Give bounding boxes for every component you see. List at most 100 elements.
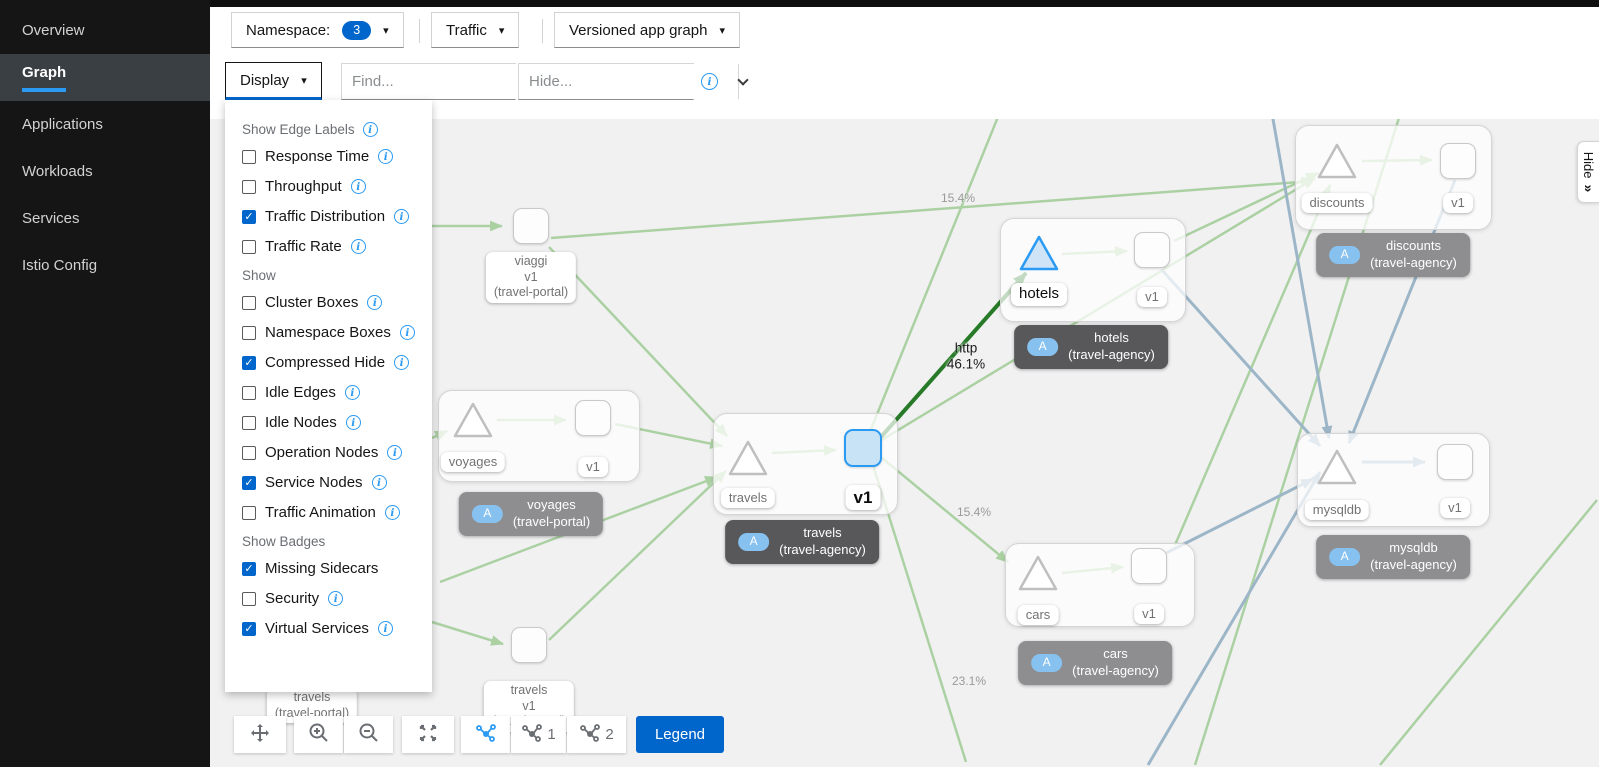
display-option-service-nodes[interactable]: ✓Service Nodesi — [242, 474, 432, 491]
display-option-throughput[interactable]: Throughputi — [242, 178, 432, 195]
info-icon[interactable]: i — [328, 591, 343, 606]
menu-section-header-show-edge-labels: Show Edge Labelsi — [242, 122, 432, 137]
hide-options-toggle[interactable] — [738, 64, 747, 99]
cars-group-label[interactable]: Acars(travel-agency) — [1018, 641, 1172, 685]
display-option-security[interactable]: Securityi — [242, 590, 432, 607]
footer-button-pan[interactable] — [234, 716, 286, 753]
info-icon[interactable]: i — [378, 149, 393, 164]
checkbox-idle-edges[interactable] — [242, 386, 256, 400]
info-icon[interactable]: i — [346, 415, 361, 430]
find-hide-help-icon[interactable]: i — [701, 73, 718, 90]
checkbox-idle-nodes[interactable] — [242, 416, 256, 430]
checkbox-traffic-rate[interactable] — [242, 240, 256, 254]
checkbox-cluster-boxes[interactable] — [242, 296, 256, 310]
namespace-dropdown[interactable]: Namespace: 3 ▾ — [231, 12, 404, 48]
graph-edge[interactable] — [869, 112, 1000, 434]
triangle-icon — [1315, 447, 1359, 487]
footer-button-fit[interactable] — [402, 716, 454, 753]
display-dropdown-button[interactable]: Display ▾ — [225, 62, 322, 100]
info-icon[interactable]: i — [400, 325, 415, 340]
display-option-cluster-boxes[interactable]: Cluster Boxes i — [242, 294, 432, 311]
checkbox-traffic-distribution[interactable]: ✓ — [242, 210, 256, 224]
sidebar-item-istio-config[interactable]: Istio Config — [0, 242, 210, 289]
graph-type-dropdown[interactable]: Versioned app graph ▾ — [554, 12, 740, 48]
display-option-label: Missing Sidecars — [265, 560, 378, 577]
sidebar-item-applications[interactable]: Applications — [0, 101, 210, 148]
footer-button-zoom-in[interactable] — [294, 716, 343, 753]
traffic-dropdown[interactable]: Traffic ▾ — [431, 12, 519, 48]
sidebar-item-graph[interactable]: Graph — [0, 54, 210, 101]
info-icon[interactable]: i — [367, 295, 382, 310]
info-icon[interactable]: i — [394, 209, 409, 224]
mysqldb-group-label[interactable]: Amysqldb(travel-agency) — [1316, 535, 1470, 579]
checkbox-compressed-hide[interactable]: ✓ — [242, 356, 256, 370]
info-icon[interactable]: i — [372, 475, 387, 490]
checkbox-traffic-animation[interactable] — [242, 506, 256, 520]
display-option-label: Idle Nodes — [265, 414, 337, 431]
display-option-idle-nodes[interactable]: Idle Nodes i — [242, 414, 432, 431]
info-icon[interactable]: i — [351, 179, 366, 194]
service-node-cars-service[interactable] — [1016, 553, 1060, 598]
voyages-group-label[interactable]: Avoyages(travel-portal) — [459, 492, 603, 536]
workload-node-travels-portal-v1[interactable] — [511, 627, 547, 663]
sidebar-item-overview[interactable]: Overview — [0, 7, 210, 54]
workload-node-cars-v1[interactable] — [1131, 548, 1167, 584]
display-option-response-time[interactable]: Response Timei — [242, 148, 432, 165]
info-icon[interactable]: i — [345, 385, 360, 400]
service-node-travels-service[interactable] — [726, 438, 770, 483]
travels-agency-group-label[interactable]: Atravels(travel-agency) — [725, 520, 879, 564]
sidebar-item-services[interactable]: Services — [0, 195, 210, 242]
info-icon[interactable]: i — [387, 445, 402, 460]
service-node-voyages-service[interactable] — [451, 400, 495, 445]
checkbox-missing-sidecars[interactable]: ✓ — [242, 562, 256, 576]
display-option-label: Operation Nodes — [265, 444, 378, 461]
info-icon[interactable]: i — [394, 355, 409, 370]
checkbox-operation-nodes[interactable] — [242, 446, 256, 460]
footer-button-layout-1[interactable]: 1 — [511, 716, 566, 753]
graph-edge[interactable] — [432, 622, 503, 644]
info-icon[interactable]: i — [363, 122, 378, 137]
footer-button-layout-2[interactable]: 2 — [567, 716, 626, 753]
display-option-compressed-hide[interactable]: ✓Compressed Hidei — [242, 354, 432, 371]
footer-button-zoom-out[interactable] — [344, 716, 393, 753]
display-option-missing-sidecars[interactable]: ✓ Missing Sidecars — [242, 560, 432, 577]
traffic-label: Traffic — [446, 22, 487, 39]
node-label-cars-v1: v1 — [1134, 604, 1164, 624]
footer-button-layout-default[interactable] — [461, 716, 510, 753]
workload-node-viaggi-v1[interactable] — [513, 208, 549, 244]
display-option-idle-edges[interactable]: Idle Edgesi — [242, 384, 432, 401]
layout-number: 2 — [605, 726, 613, 743]
service-node-discounts-service[interactable] — [1315, 141, 1359, 186]
edge-label: http46.1% — [947, 340, 985, 371]
workload-node-discounts-v1[interactable] — [1440, 143, 1476, 179]
workload-node-mysqldb-v1[interactable] — [1437, 444, 1473, 480]
checkbox-virtual-services[interactable]: ✓ — [242, 622, 256, 636]
checkbox-namespace-boxes[interactable] — [242, 326, 256, 340]
display-option-traffic-animation[interactable]: Traffic Animationi — [242, 504, 432, 521]
display-option-operation-nodes[interactable]: Operation Nodes i — [242, 444, 432, 461]
layout-1-icon — [521, 722, 543, 748]
display-option-traffic-rate[interactable]: Traffic Ratei — [242, 238, 432, 255]
sidebar-item-workloads[interactable]: Workloads — [0, 148, 210, 195]
legend-button[interactable]: Legend — [636, 716, 724, 753]
checkbox-security[interactable] — [242, 592, 256, 606]
info-icon[interactable]: i — [385, 505, 400, 520]
workload-node-travels-v1[interactable] — [844, 429, 882, 467]
service-node-mysqldb-service[interactable] — [1315, 447, 1359, 492]
workload-node-voyages-v1[interactable] — [575, 400, 611, 436]
info-icon[interactable]: i — [378, 621, 393, 636]
service-node-hotels-service[interactable] — [1017, 233, 1061, 278]
workload-node-hotels-v1[interactable] — [1134, 232, 1170, 268]
sidebar-item-label: Graph — [22, 64, 66, 92]
discounts-group-label[interactable]: Adiscounts(travel-agency) — [1316, 233, 1470, 277]
display-option-virtual-services[interactable]: ✓Virtual Servicesi — [242, 620, 432, 637]
info-icon[interactable]: i — [351, 239, 366, 254]
checkbox-service-nodes[interactable]: ✓ — [242, 476, 256, 490]
hotels-group-label[interactable]: Ahotels(travel-agency) — [1014, 325, 1168, 369]
display-option-label: Cluster Boxes — [265, 294, 358, 311]
display-option-traffic-distribution[interactable]: ✓Traffic Distributioni — [242, 208, 432, 225]
checkbox-response-time[interactable] — [242, 150, 256, 164]
checkbox-throughput[interactable] — [242, 180, 256, 194]
display-option-namespace-boxes[interactable]: Namespace Boxesi — [242, 324, 432, 341]
hide-panel-tab[interactable]: Hide » — [1577, 141, 1599, 203]
